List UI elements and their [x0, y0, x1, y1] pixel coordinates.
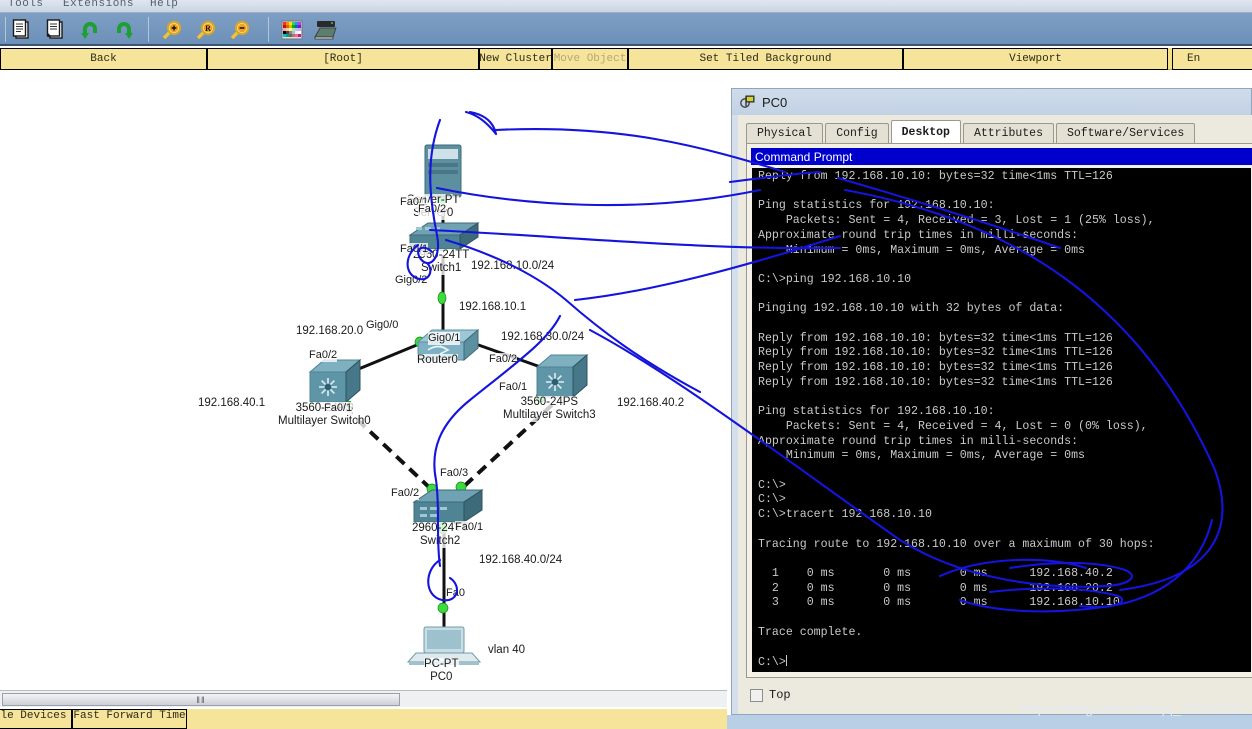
- watermark-text: https://blog.csdn.net/qq_43709121: [1021, 700, 1246, 716]
- desktop-tab-panel: Command Prompt Reply from 192.168.10.10:…: [746, 143, 1252, 678]
- network-label: vlan 40: [488, 644, 526, 657]
- root-breadcrumb[interactable]: [Root]: [207, 48, 479, 70]
- port-label: Fa0/1: [499, 381, 528, 394]
- zoom-in-icon[interactable]: [158, 16, 186, 43]
- port-label: Fa0/2: [489, 353, 518, 366]
- new-cluster-button[interactable]: New Cluster: [479, 48, 552, 70]
- tab-config[interactable]: Config: [825, 123, 889, 143]
- pc0-tabs: Physical Config Desktop Attributes Softw…: [746, 119, 1252, 143]
- copy-file-icon[interactable]: [42, 16, 70, 43]
- packet-tracer-app: Tools Extensions Help R Back [Root] New …: [0, 0, 1252, 729]
- network-topology-canvas[interactable]: Server-PT Server0 2960-24TT Switch1 Rout…: [0, 70, 727, 689]
- device-label-pc0: PC-PT PC0: [424, 658, 459, 684]
- port-label: Fa0/2: [309, 349, 338, 362]
- top-checkbox-row: Top: [750, 688, 791, 702]
- zoom-out-icon[interactable]: [226, 16, 254, 43]
- menu-bar: Tools Extensions Help: [0, 0, 1252, 13]
- tab-physical[interactable]: Physical: [746, 123, 824, 143]
- port-label: Fa0/2: [391, 487, 420, 500]
- canvas-horizontal-scrollbar[interactable]: ‖‖: [0, 690, 727, 707]
- redo-icon[interactable]: [110, 16, 138, 43]
- network-label: 192.168.20.0: [296, 325, 364, 338]
- device-multilayer-switch3: [535, 353, 589, 399]
- device-icon[interactable]: [312, 16, 340, 43]
- port-label: Fa0: [446, 587, 465, 600]
- viewport-button[interactable]: Viewport: [903, 48, 1168, 70]
- menu-item-extensions[interactable]: Extensions: [63, 0, 134, 10]
- back-button[interactable]: Back: [0, 48, 207, 70]
- device-multilayer-switch0: [308, 358, 362, 404]
- packet-tracer-flag-icon: [740, 95, 755, 108]
- network-label: 192.168.10.0/24: [471, 260, 555, 273]
- device-name: Router0: [417, 354, 458, 366]
- menu-item-help[interactable]: Help: [150, 0, 178, 10]
- device-server0: [424, 144, 462, 198]
- network-label: 192.168.30.0/24: [501, 331, 585, 344]
- command-prompt-console[interactable]: Reply from 192.168.10.10: bytes=32 time<…: [752, 168, 1251, 672]
- navigation-button-row: Back [Root] New Cluster Move Object Set …: [0, 48, 1252, 70]
- new-file-icon[interactable]: [8, 16, 36, 43]
- device-model: 3560-24PS: [520, 396, 579, 408]
- device-name: Switch1: [420, 262, 462, 274]
- palette-icon[interactable]: [278, 16, 306, 43]
- device-switch2: [412, 489, 484, 523]
- end-button[interactable]: En: [1172, 48, 1252, 70]
- tab-desktop[interactable]: Desktop: [890, 120, 961, 143]
- console-output: Reply from 192.168.10.10: bytes=32 time<…: [758, 170, 1155, 670]
- set-tiled-background-button[interactable]: Set Tiled Background: [628, 48, 903, 70]
- port-label: Fa0/1: [400, 243, 429, 256]
- toggle-devices-button[interactable]: le Devices: [0, 709, 72, 729]
- console-cursor: [785, 655, 787, 667]
- topology-links: [308, 144, 589, 665]
- zoom-reset-icon[interactable]: R: [192, 16, 220, 43]
- port-label: Fa0/3: [440, 467, 469, 480]
- port-label: Gig0/0: [366, 319, 399, 332]
- device-label-router0: Router0: [417, 354, 458, 367]
- device-name: Multilayer Switch3: [503, 409, 596, 421]
- port-label: Gig0/2: [395, 274, 428, 287]
- command-prompt-title: Command Prompt: [751, 148, 1252, 165]
- toolbar-divider: [148, 17, 149, 42]
- toolbar-divider: [5, 17, 6, 42]
- menu-item-tools[interactable]: Tools: [8, 0, 44, 10]
- svg-text:R: R: [205, 24, 211, 33]
- bottom-blue-bar: [727, 715, 1252, 729]
- undo-icon[interactable]: [76, 16, 104, 43]
- network-label: 192.168.40.1: [198, 397, 266, 410]
- device-name: PC0: [430, 671, 453, 683]
- scrollbar-thumb[interactable]: ‖‖: [2, 693, 400, 706]
- top-checkbox[interactable]: [750, 688, 763, 702]
- port-label: Fa0/1: [455, 521, 484, 534]
- pc0-window-title: PC0: [762, 94, 788, 110]
- device-label-mls3: 3560-24PS Multilayer Switch3: [503, 396, 596, 422]
- move-object-button[interactable]: Move Object: [552, 48, 628, 70]
- network-label: 192.168.40.0/24: [479, 554, 563, 567]
- port-label: Gig0/1: [428, 332, 461, 345]
- top-checkbox-label: Top: [769, 688, 791, 702]
- tab-software-services[interactable]: Software/Services: [1055, 123, 1196, 143]
- network-label: 192.168.40.2: [617, 397, 685, 410]
- pc0-window[interactable]: PC0 Physical Config Desktop Attributes S…: [731, 88, 1252, 715]
- network-label: 192.168.10.1: [459, 301, 527, 314]
- pc0-window-body: Physical Config Desktop Attributes Softw…: [738, 115, 1252, 714]
- device-name: Multilayer Switch0: [278, 415, 371, 427]
- tab-attributes[interactable]: Attributes: [962, 123, 1054, 143]
- simulation-control-strip: le Devices Fast Forward Time: [0, 709, 727, 729]
- device-model: PC-PT: [424, 658, 459, 670]
- fast-forward-time-button[interactable]: Fast Forward Time: [72, 709, 187, 729]
- icon-toolbar: R: [0, 13, 1252, 46]
- device-name: Switch2: [419, 535, 461, 547]
- pc0-window-titlebar[interactable]: PC0: [732, 89, 1251, 115]
- toolbar-divider: [268, 17, 269, 42]
- port-label: Fa0/2: [418, 203, 447, 216]
- port-label: Fa0/1: [324, 402, 353, 415]
